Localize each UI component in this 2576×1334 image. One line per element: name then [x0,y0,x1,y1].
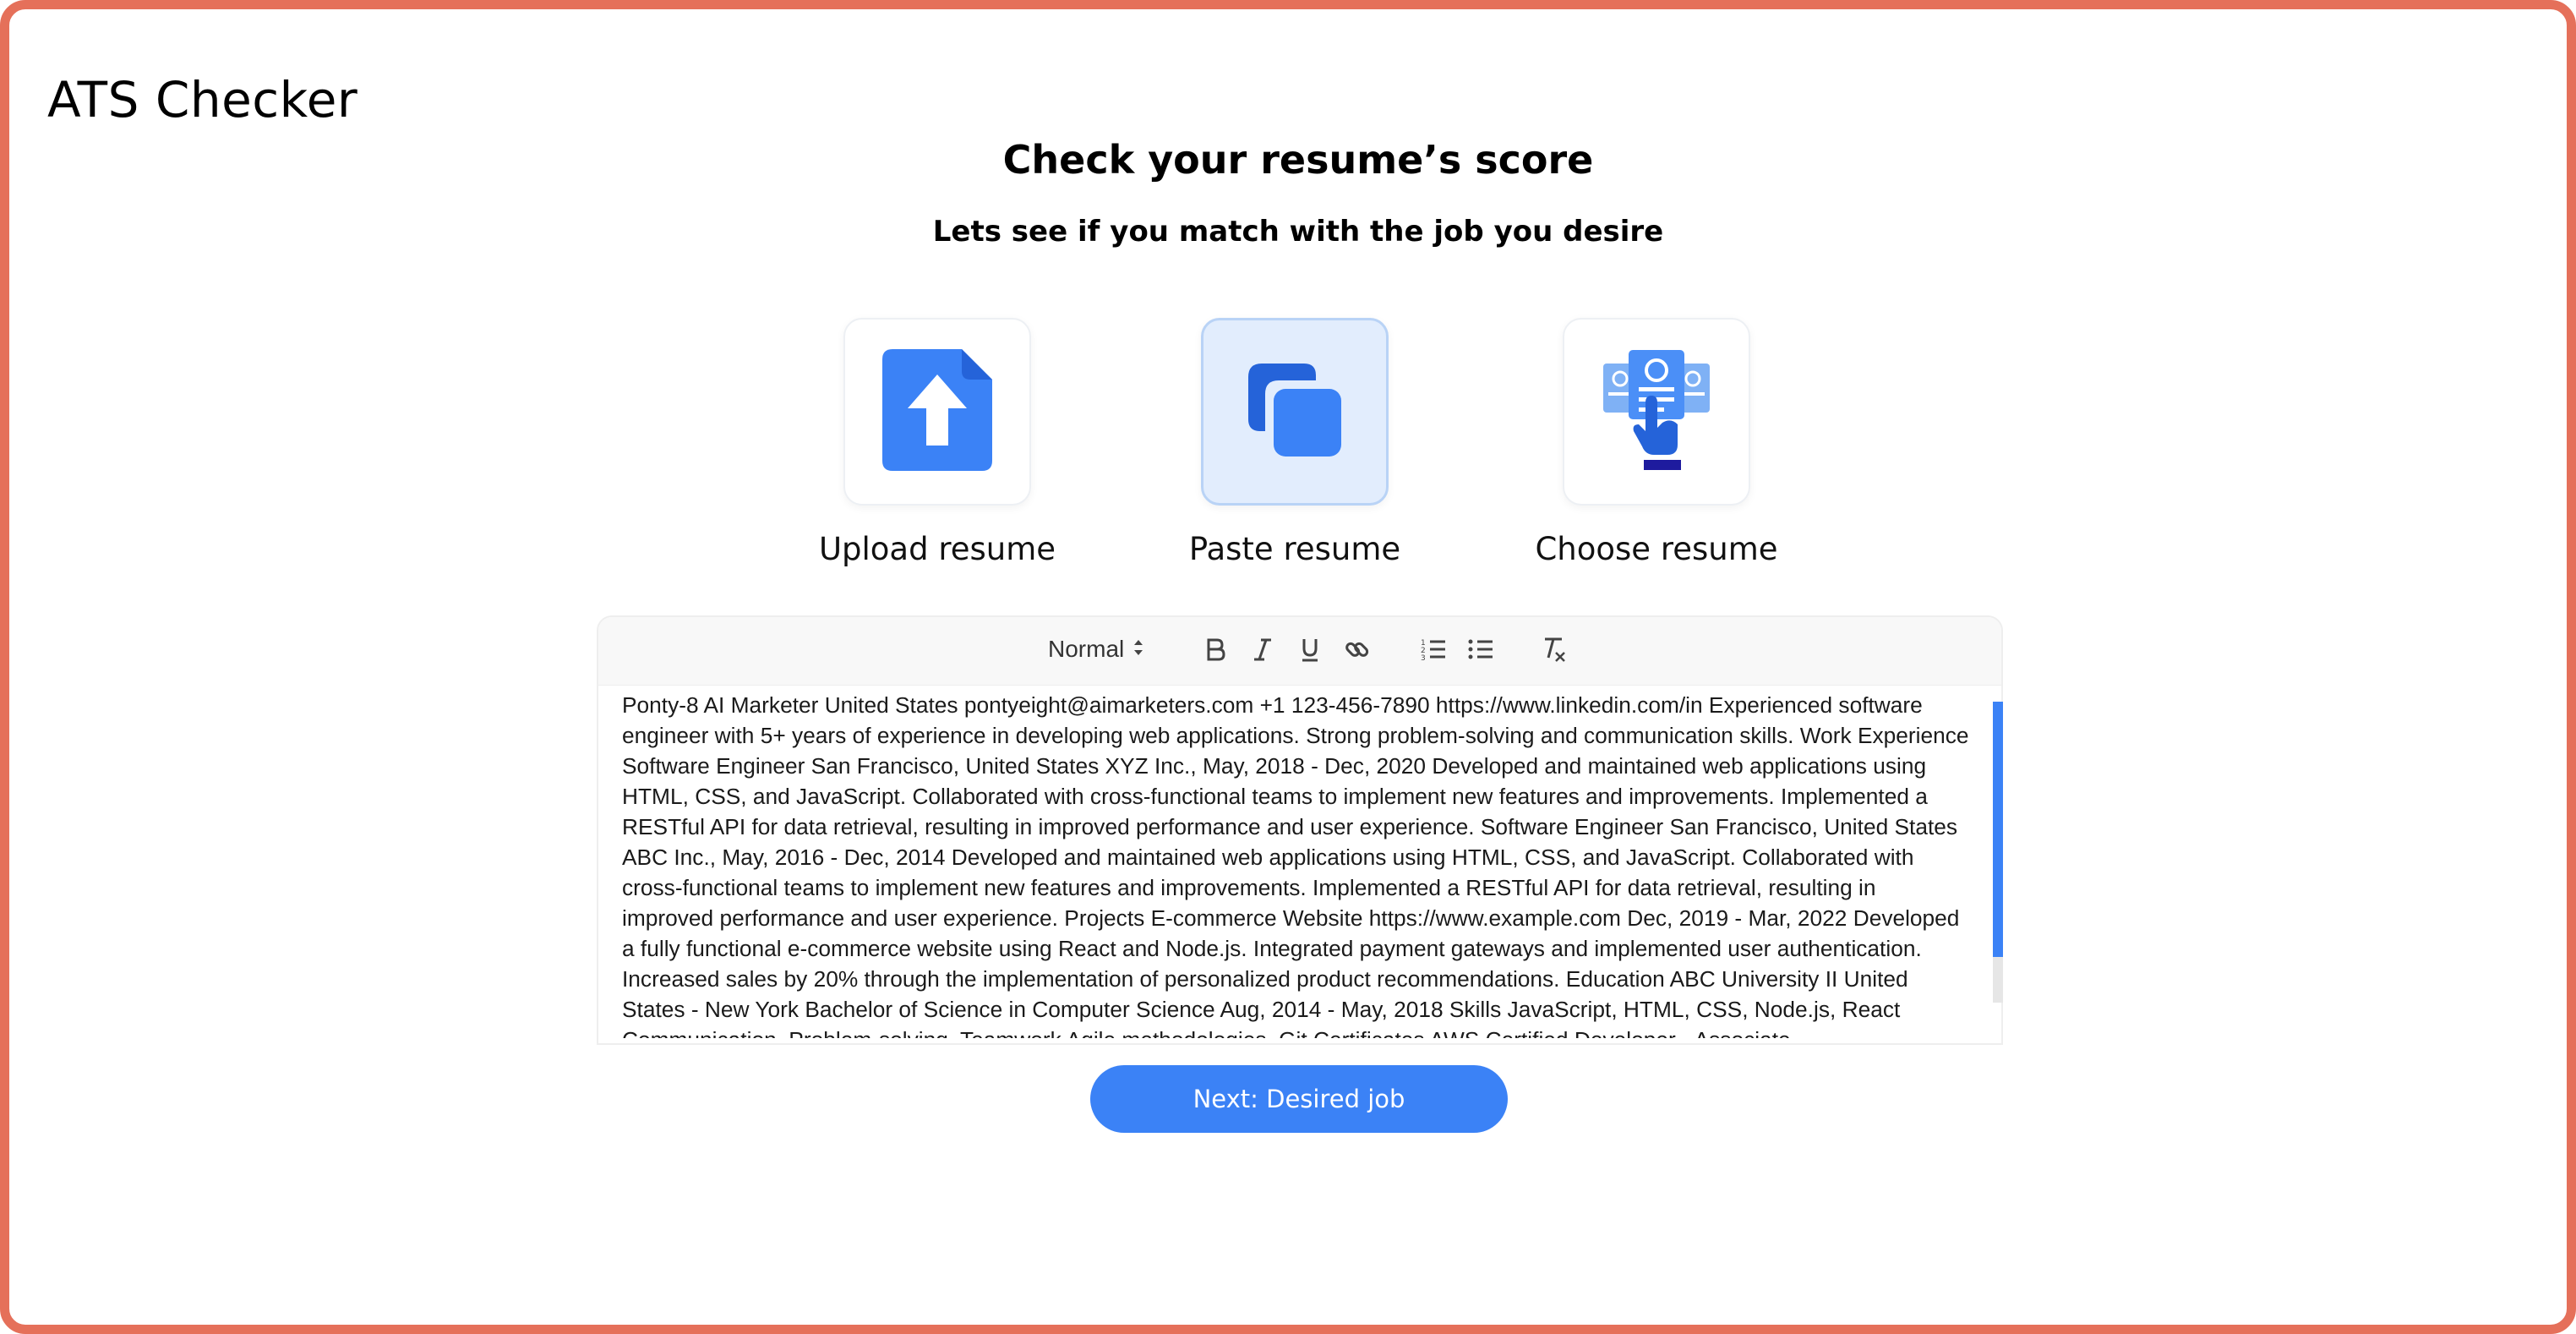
choose-resume-option[interactable]: Choose resume [1487,318,1826,567]
link-button[interactable] [1340,634,1374,668]
upload-resume-label: Upload resume [818,531,1056,567]
choose-resume-card[interactable] [1563,318,1750,506]
editor-toolbar: Normal 123 [598,617,2001,686]
copy-paste-icon [1248,363,1341,461]
page-subheading: Lets see if you match with the job you d… [932,215,1664,249]
upload-resume-option[interactable]: Upload resume [768,318,1106,567]
bold-icon [1203,637,1227,666]
choose-resume-label: Choose resume [1535,531,1778,567]
choose-resume-icon [1603,349,1710,474]
format-select-value: Normal [1048,636,1125,662]
bullet-list-button[interactable] [1464,634,1498,668]
bold-button[interactable] [1198,634,1232,668]
ordered-list-icon: 123 [1420,637,1447,666]
resume-editor: Normal 123 Ponty-8 AI Marketer United St… [597,615,2003,1045]
upload-file-icon [882,348,992,475]
italic-icon [1251,637,1274,666]
page-heading: Check your resume’s score [1002,137,1594,183]
ordered-list-button[interactable]: 123 [1416,634,1450,668]
next-desired-job-button[interactable]: Next: Desired job [1090,1065,1508,1133]
format-select[interactable]: Normal [1048,636,1144,663]
underline-icon [1298,637,1322,666]
editor-scrollbar[interactable] [1993,702,2003,1003]
italic-button[interactable] [1246,634,1280,668]
upload-resume-card[interactable] [843,318,1031,506]
paste-resume-label: Paste resume [1188,531,1401,567]
app-title: ATS Checker [47,71,358,128]
underline-button[interactable] [1293,634,1327,668]
clear-format-icon [1540,636,1567,667]
svg-text:3: 3 [1421,654,1426,662]
editor-scrollbar-thumb[interactable] [1993,702,2003,957]
link-icon [1345,637,1370,666]
bullet-list-icon [1467,637,1494,666]
sort-arrows-icon [1132,636,1144,663]
clear-format-button[interactable] [1536,634,1570,668]
resume-text-area[interactable]: Ponty-8 AI Marketer United States pontye… [622,690,1971,1038]
paste-resume-card[interactable] [1201,318,1389,506]
paste-resume-option[interactable]: Paste resume [1126,318,1464,567]
